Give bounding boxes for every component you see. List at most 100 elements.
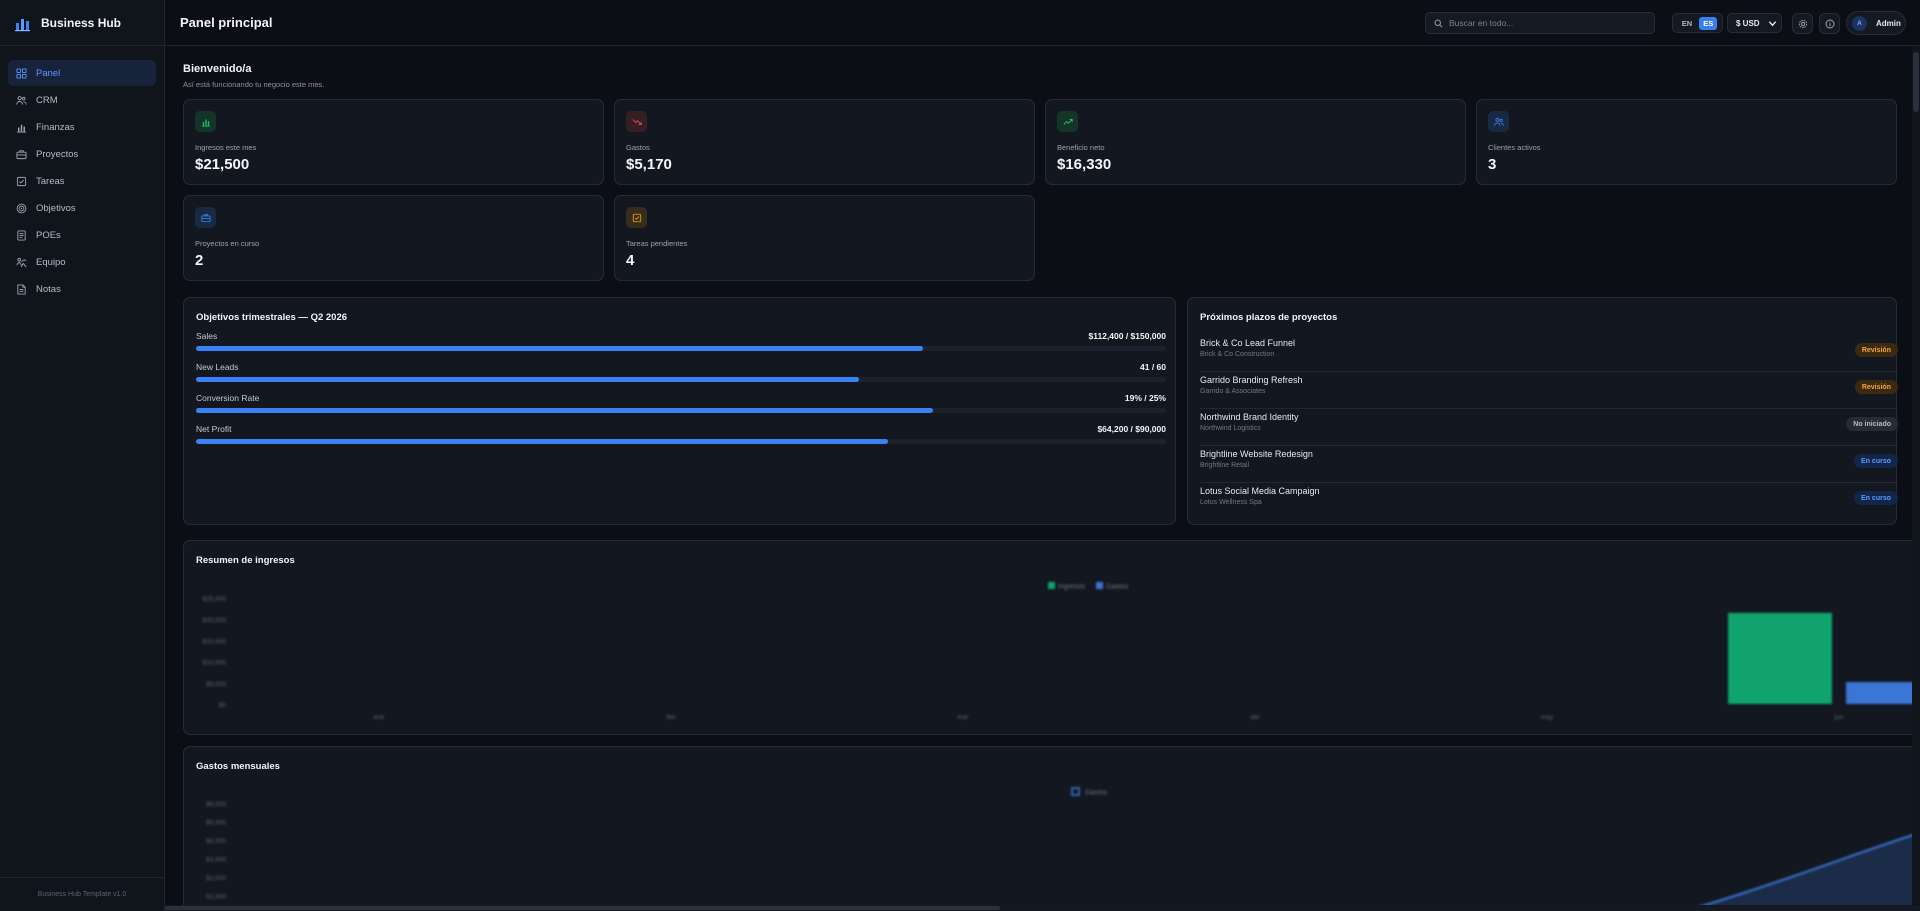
user-menu[interactable]: A Admin xyxy=(1846,11,1906,35)
x-tick-label: may xyxy=(1541,714,1554,721)
deadline-project-name: Northwind Brand Identity xyxy=(1200,412,1299,422)
deadline-project-name: Brightline Website Redesign xyxy=(1200,449,1313,459)
checkbox-icon xyxy=(16,176,27,186)
document-list-icon xyxy=(17,229,26,241)
sidebar-item-label: Tareas xyxy=(36,175,65,187)
lang-es-button[interactable]: ES xyxy=(1699,16,1718,30)
goal-progress-fill xyxy=(196,439,888,444)
deadline-row[interactable]: Garrido Branding Refresh Garrido & Associ… xyxy=(1200,372,1898,409)
stat-icon-wrap xyxy=(626,207,647,228)
currency-value: $ USD xyxy=(1736,18,1760,28)
target-icon xyxy=(16,203,27,213)
sidebar-item-label: Panel xyxy=(36,67,61,79)
y-tick-label: $10,000 xyxy=(203,660,227,667)
y-tick-label: $20,000 xyxy=(203,617,227,624)
y-tick-label: $3,000 xyxy=(206,857,226,864)
briefcase-icon xyxy=(16,149,27,159)
stat-card: Clientes activos 3 xyxy=(1476,99,1897,185)
stat-icon-wrap xyxy=(1057,111,1078,132)
stat-label: Proyectos en curso xyxy=(195,239,260,248)
note-icon xyxy=(17,283,26,295)
sidebar-item-objetivos[interactable]: Objetivos xyxy=(8,195,156,221)
stat-card: Beneficio neto $16,330 xyxy=(1045,99,1466,185)
logo-icon xyxy=(15,18,30,31)
revenue-chart: Ingresos Gastos $25,000 $20,000 $15,000 $10,0… xyxy=(203,582,1919,721)
goal-progress-fill xyxy=(196,346,923,351)
sidebar-item-tareas[interactable]: Tareas xyxy=(8,168,156,194)
deadline-row[interactable]: Northwind Brand Identity Northwind Logist… xyxy=(1200,409,1898,446)
y-tick-label: $25,000 xyxy=(203,596,227,603)
horizontal-scrollbar-thumb[interactable] xyxy=(165,906,1000,910)
goal-row: New Leads 41 / 60 xyxy=(196,362,1166,382)
topbar: Panel principal EN ES $ USD A Admin xyxy=(165,0,1920,46)
stat-label: Ingresos este mes xyxy=(195,143,257,152)
x-tick-label: ene xyxy=(374,714,385,721)
deadlines-card: Próximos plazos de proyectos Brick & Co … xyxy=(1187,297,1898,525)
stat-label: Clientes activos xyxy=(1488,143,1541,152)
x-tick-label: jun xyxy=(1834,714,1844,721)
team-icon xyxy=(16,257,27,267)
deadline-row[interactable]: Lotus Social Media Campaign Lotus Wellnes… xyxy=(1200,483,1898,520)
sidebar-item-finanzas[interactable]: Finanzas xyxy=(8,114,156,140)
bar-chart-icon xyxy=(16,124,27,133)
stat-card: Proyectos en curso 2 xyxy=(183,195,604,281)
vertical-scrollbar-thumb[interactable] xyxy=(1913,52,1919,112)
bar-gastos xyxy=(1846,682,1919,704)
stat-label: Gastos xyxy=(626,143,650,152)
vertical-scrollbar[interactable] xyxy=(1912,46,1920,905)
search-box[interactable] xyxy=(1425,12,1655,34)
deadline-project-name: Brick & Co Lead Funnel xyxy=(1200,338,1296,348)
status-badge: No iniciado xyxy=(1846,417,1898,431)
stat-value: 3 xyxy=(1488,156,1497,173)
info-button[interactable] xyxy=(1819,13,1840,34)
horizontal-scrollbar[interactable] xyxy=(165,905,1920,911)
goal-name: Net Profit xyxy=(196,424,232,434)
deadline-project-name: Lotus Social Media Campaign xyxy=(1200,486,1320,496)
sidebar-item-panel[interactable]: Panel xyxy=(8,60,156,86)
expenses-chart-body: Gastos $6,000 $5,000 $4,000 $3,000 $2,000 $1,0… xyxy=(206,787,1919,911)
stat-value: $16,330 xyxy=(1057,156,1112,173)
brand[interactable]: Business Hub xyxy=(0,0,164,46)
deadline-project-name: Garrido Branding Refresh xyxy=(1200,375,1303,385)
y-tick-label: $0 xyxy=(219,702,227,709)
sidebar-item-notas[interactable]: Notas xyxy=(8,276,156,302)
user-name: Admin xyxy=(1876,18,1901,28)
sidebar-item-proyectos[interactable]: Proyectos xyxy=(8,141,156,167)
sidebar-item-equipo[interactable]: Equipo xyxy=(8,249,156,275)
y-tick-label: $5,000 xyxy=(206,681,226,688)
settings-button[interactable] xyxy=(1792,13,1813,34)
sidebar-item-label: Equipo xyxy=(36,256,66,268)
app-name: Business Hub xyxy=(41,15,122,30)
deadline-row[interactable]: Brightline Website Redesign Brightline Re… xyxy=(1200,446,1898,483)
goal-progress-fill xyxy=(196,408,934,413)
page-title: Panel principal xyxy=(180,15,273,30)
sidebar-item-poes[interactable]: POEs xyxy=(8,222,156,248)
stat-value: $21,500 xyxy=(195,156,250,173)
goal-name: New Leads xyxy=(196,362,239,372)
deadline-client-name: Northwind Logistics xyxy=(1200,425,1261,432)
gear-icon xyxy=(1798,19,1807,28)
goal-value: $64,200 / $90,000 xyxy=(1097,424,1166,434)
stat-value: $5,170 xyxy=(626,156,672,173)
sidebar: Business Hub Panel CRM Finanzas Proyectos Ta… xyxy=(0,0,165,911)
sidebar-item-label: CRM xyxy=(36,94,58,106)
x-tick-label: mar xyxy=(957,714,969,721)
trend-down-icon xyxy=(632,118,642,125)
dashboard-icon xyxy=(16,67,27,79)
bar-chart-icon xyxy=(201,119,210,127)
area-fill xyxy=(1684,833,1919,911)
sidebar-item-label: Proyectos xyxy=(36,148,79,160)
stat-icon-wrap xyxy=(1488,111,1509,132)
language-toggle: EN ES xyxy=(1672,13,1723,33)
revenue-chart-card: Resumen de ingresos Ingresos Gastos $25,00… xyxy=(183,540,1919,735)
y-tick-label: $2,000 xyxy=(206,875,226,882)
x-tick-label: abr xyxy=(1250,714,1260,721)
sidebar-item-label: POEs xyxy=(36,229,61,241)
lang-en-button[interactable]: EN xyxy=(1678,17,1696,30)
deadline-row[interactable]: Brick & Co Lead Funnel Brick & Co Constru… xyxy=(1200,335,1898,372)
currency-select[interactable]: $ USD xyxy=(1727,13,1782,33)
search-input[interactable] xyxy=(1449,18,1639,28)
sidebar-item-crm[interactable]: CRM xyxy=(8,87,156,113)
stat-icon-wrap xyxy=(195,207,216,228)
stat-card: Tareas pendientes 4 xyxy=(614,195,1035,281)
